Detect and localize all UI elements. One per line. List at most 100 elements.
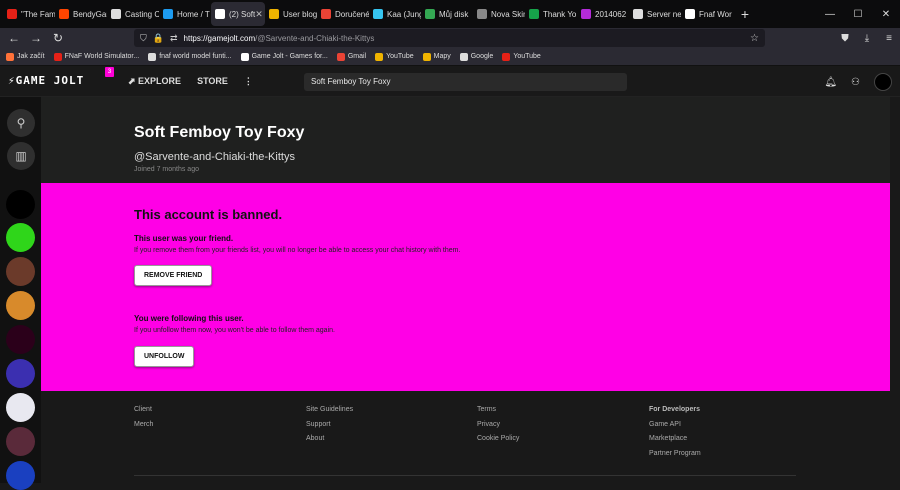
tab-title: Můj disk bbox=[439, 9, 469, 19]
footer-link[interactable]: Partner Program bbox=[649, 447, 701, 462]
logo-text: GAME JOLT bbox=[15, 74, 85, 87]
sidebar-community-avatar[interactable] bbox=[6, 393, 35, 422]
bookmark-item[interactable]: Google bbox=[459, 52, 494, 61]
menu-icon[interactable]: ≡ bbox=[878, 33, 900, 44]
browser-tab[interactable]: Thank Yo bbox=[525, 2, 577, 26]
bookmark-item[interactable]: Game Jolt - Games for... bbox=[240, 52, 328, 61]
tab-favicon-icon bbox=[59, 9, 69, 19]
notification-badge: 3 bbox=[105, 67, 114, 77]
bookmark-star-icon[interactable]: ☆ bbox=[750, 33, 759, 44]
bookmark-item[interactable]: YouTube bbox=[375, 52, 414, 61]
lock-icon[interactable]: 🔒 bbox=[153, 33, 164, 44]
pocket-icon[interactable]: ⛊ bbox=[834, 33, 856, 44]
browser-tab[interactable]: (2) Soft ✕ bbox=[211, 2, 265, 26]
bookmark-favicon-icon bbox=[148, 52, 157, 61]
bookmark-item[interactable]: Jak začít bbox=[6, 52, 45, 61]
tab-title: 2014062 bbox=[595, 9, 627, 19]
browser-tab[interactable]: Kaa (Jung bbox=[369, 2, 421, 26]
bookmark-item[interactable]: fnaf world model funti... bbox=[148, 52, 232, 61]
sidebar-community-avatar[interactable] bbox=[6, 257, 35, 286]
sidebar-community-avatar[interactable] bbox=[6, 427, 35, 456]
gamejolt-logo[interactable]: ⚡GAME JOLT bbox=[8, 74, 84, 87]
footer-link[interactable]: Site Guidelines bbox=[306, 403, 353, 418]
banned-notice: This account is banned. This user was yo… bbox=[41, 183, 890, 391]
unfollow-button[interactable]: UNFOLLOW bbox=[134, 346, 195, 367]
footer-link[interactable]: Merch bbox=[134, 418, 153, 433]
tab-favicon-icon bbox=[321, 9, 331, 19]
footer-link[interactable]: Terms bbox=[477, 403, 519, 418]
bookmark-label: Game Jolt - Games for... bbox=[251, 53, 328, 60]
browser-tab[interactable]: Doručené bbox=[317, 2, 369, 26]
reload-icon[interactable]: ↻ bbox=[47, 31, 69, 45]
bell-icon[interactable]: 🔔︎ bbox=[824, 77, 837, 88]
footer-link[interactable]: Support bbox=[306, 418, 353, 433]
browser-tab[interactable]: Fnaf Wor bbox=[681, 2, 733, 26]
user-avatar[interactable] bbox=[874, 73, 892, 91]
page-scrollbar[interactable] bbox=[890, 97, 900, 483]
browser-tab[interactable]: Nova Skin bbox=[473, 2, 525, 26]
tab-favicon-icon bbox=[529, 9, 539, 19]
tab-title: Kaa (Jung bbox=[387, 9, 421, 19]
tab-title: User blog bbox=[283, 9, 317, 19]
close-window-button[interactable]: ✕ bbox=[872, 9, 900, 20]
sidebar-community-avatar[interactable] bbox=[6, 461, 35, 490]
browser-tab[interactable]: "The Fam bbox=[3, 2, 55, 26]
store-link[interactable]: STORE bbox=[197, 76, 228, 87]
bookmark-item[interactable]: Mapy bbox=[422, 52, 451, 61]
bookmark-item[interactable]: FNaF World Simulator... bbox=[53, 52, 139, 61]
minimize-button[interactable]: — bbox=[816, 9, 844, 20]
tab-title: Thank Yo bbox=[543, 9, 577, 19]
footer-link[interactable]: Marketplace bbox=[649, 432, 701, 447]
browser-tab[interactable]: Server ne bbox=[629, 2, 681, 26]
tab-favicon-icon bbox=[425, 9, 435, 19]
remove-friend-button[interactable]: REMOVE FRIEND bbox=[134, 265, 213, 286]
tab-title: Server ne bbox=[647, 9, 681, 19]
permissions-icon[interactable]: ⇄ bbox=[170, 33, 178, 44]
bookmark-item[interactable]: YouTube bbox=[502, 52, 541, 61]
friends-icon[interactable]: ⚇ bbox=[851, 77, 860, 88]
bookmark-label: Google bbox=[470, 53, 494, 60]
footer-link[interactable]: About bbox=[306, 432, 353, 447]
sidebar-community-avatar[interactable] bbox=[6, 223, 35, 252]
shield-icon[interactable]: ⛉ bbox=[140, 33, 147, 44]
sidebar-community-avatar[interactable] bbox=[6, 190, 35, 219]
tab-favicon-icon bbox=[685, 9, 695, 19]
bookmark-item[interactable]: Gmail bbox=[336, 52, 366, 61]
browser-tab[interactable]: BendyGar bbox=[55, 2, 107, 26]
footer-link[interactable]: Game API bbox=[649, 418, 701, 433]
window-controls: — ☐ ✕ bbox=[816, 9, 900, 20]
sidebar-community-avatar[interactable] bbox=[6, 359, 35, 388]
browser-tab[interactable]: User blog bbox=[265, 2, 317, 26]
forward-icon[interactable]: → bbox=[25, 31, 47, 45]
banned-title: This account is banned. bbox=[134, 207, 283, 222]
library-icon[interactable]: ▥ bbox=[7, 142, 35, 170]
sidebar-community-avatar[interactable] bbox=[6, 325, 35, 354]
footer-link[interactable]: Privacy bbox=[477, 418, 519, 433]
tab-favicon-icon bbox=[163, 9, 173, 19]
close-tab-icon[interactable]: ✕ bbox=[255, 9, 263, 20]
downloads-icon[interactable]: ⤓ bbox=[856, 33, 878, 44]
maximize-button[interactable]: ☐ bbox=[844, 9, 872, 20]
sidebar-community-avatar[interactable] bbox=[6, 291, 35, 320]
browser-tab[interactable]: Home / T bbox=[159, 2, 211, 26]
footer-link[interactable]: Cookie Policy bbox=[477, 432, 519, 447]
browser-tab[interactable]: Casting C bbox=[107, 2, 159, 26]
more-menu-icon[interactable]: ⋮ bbox=[244, 76, 253, 87]
bookmark-label: Mapy bbox=[433, 53, 451, 60]
browser-tab[interactable]: 2014062 bbox=[577, 2, 629, 26]
url-host: https://gamejolt.com bbox=[183, 33, 256, 43]
url-bar[interactable]: ⛉ 🔒 ⇄ https://gamejolt.com/@Sarvente-and… bbox=[134, 29, 765, 47]
explore-link[interactable]: ⬈ EXPLORE bbox=[128, 76, 181, 87]
bookmark-favicon-icon bbox=[53, 52, 62, 61]
back-icon[interactable]: ← bbox=[3, 31, 25, 45]
browser-tab[interactable]: Můj disk bbox=[421, 2, 473, 26]
search-input[interactable]: Soft Femboy Toy Foxy bbox=[304, 73, 627, 91]
bookmark-favicon-icon bbox=[336, 52, 345, 61]
activity-icon[interactable]: ⚲ bbox=[7, 109, 35, 137]
footer-link[interactable]: Client bbox=[134, 403, 153, 418]
tab-favicon-icon bbox=[373, 9, 383, 19]
bookmark-favicon-icon bbox=[240, 52, 249, 61]
new-tab-button[interactable]: + bbox=[737, 6, 753, 22]
tab-title: "The Fam bbox=[21, 9, 55, 19]
tab-title: Fnaf Wor bbox=[699, 9, 732, 19]
